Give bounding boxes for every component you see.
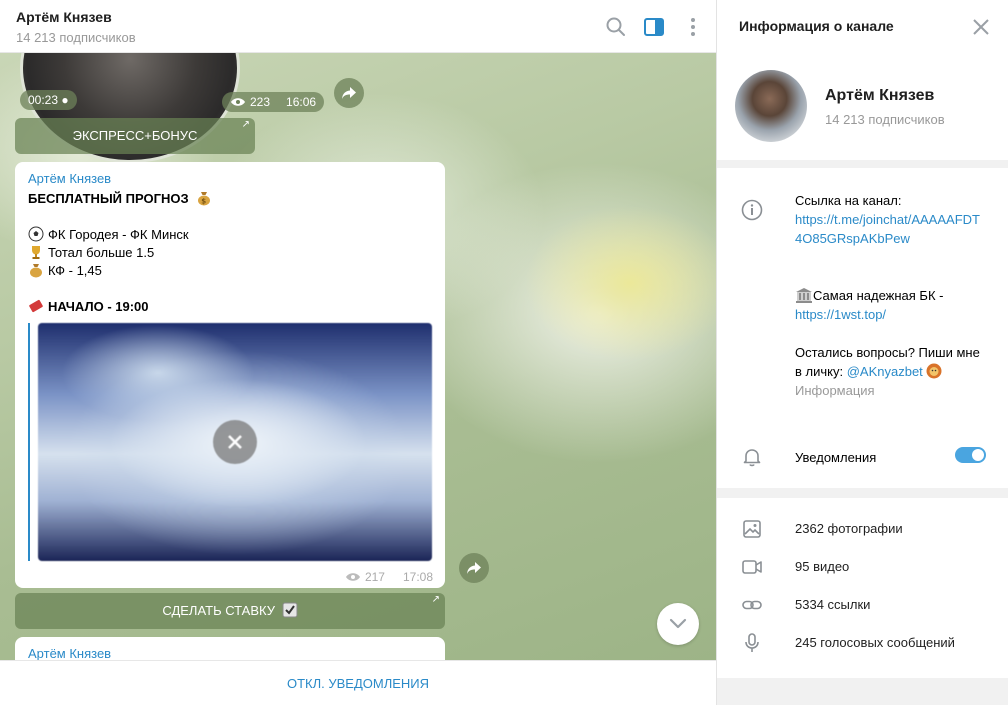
link-icon bbox=[742, 600, 762, 610]
search-icon[interactable] bbox=[605, 16, 627, 38]
video-duration-text: 00:23 bbox=[28, 93, 59, 107]
channel-invite-link[interactable]: https://t.me/joinchat/AAAAAFDT4O85GRspAK… bbox=[795, 210, 985, 248]
chat-area: Артём Князев 14 213 подписчиков 00:23 ● … bbox=[0, 0, 716, 705]
post-author[interactable]: Артём Князев bbox=[28, 171, 111, 186]
media-row-voice[interactable]: 245 голосовых сообщений bbox=[717, 624, 1008, 662]
post-headline-row: БЕСПЛАТНЫЙ ПРОГНОЗ $ bbox=[28, 190, 216, 206]
external-arrow-icon: ↗ bbox=[241, 119, 250, 130]
info-icon bbox=[741, 199, 763, 221]
shared-media-card: 2362 фотографии 95 видео 5334 ссылки 245… bbox=[717, 498, 1008, 678]
trophy-icon bbox=[32, 246, 40, 259]
more-options-icon[interactable] bbox=[682, 16, 704, 38]
notifications-toggle[interactable] bbox=[955, 447, 986, 463]
video-duration: 00:23 ● bbox=[20, 90, 77, 110]
make-bet-label: СДЕЛАТЬ СТАВКУ bbox=[162, 603, 275, 618]
channel-info-panel: Информация о канале Артём Князев 14 213 … bbox=[716, 0, 1008, 705]
chat-footer: ОТКЛ. УВЕДОМЛЕНИЯ bbox=[0, 660, 716, 705]
close-icon[interactable] bbox=[972, 18, 990, 36]
video-meta: 223 16:06 bbox=[222, 92, 325, 112]
channel-avatar[interactable] bbox=[735, 70, 807, 142]
voice-count: 245 голосовых сообщений bbox=[795, 635, 955, 650]
post-start-row: НАЧАЛО - 19:00 bbox=[28, 298, 149, 314]
bank-icon bbox=[796, 288, 812, 303]
share-video-button[interactable] bbox=[334, 78, 364, 108]
post-author[interactable]: Артём Князев bbox=[28, 646, 111, 660]
post-match: ФК Городея - ФК Минск bbox=[48, 227, 189, 242]
eye-icon bbox=[231, 98, 245, 106]
channel-subscribers: 14 213 подписчиков bbox=[825, 112, 945, 127]
cancel-download-button[interactable] bbox=[213, 420, 257, 464]
bk-row: Самая надежная БК - bbox=[795, 286, 985, 305]
checkbox-icon bbox=[282, 602, 298, 618]
chat-header: Артём Князев 14 213 подписчиков bbox=[0, 0, 716, 53]
preview-accent-bar bbox=[28, 323, 30, 561]
scroll-down-button[interactable] bbox=[657, 603, 699, 645]
videos-count: 95 видео bbox=[795, 559, 850, 574]
photos-count: 2362 фотографии bbox=[795, 521, 903, 536]
post-image-preview[interactable] bbox=[38, 323, 432, 561]
external-arrow-icon: ↗ bbox=[431, 594, 440, 605]
post-start: НАЧАЛО - 19:00 bbox=[48, 299, 149, 314]
video-time: 16:06 bbox=[286, 95, 317, 109]
express-bonus-button[interactable]: ЭКСПРЕСС+БОНУС ↗ bbox=[15, 118, 255, 154]
bk-text: Самая надежная БК - bbox=[813, 288, 944, 303]
playing-dot-icon: ● bbox=[61, 93, 69, 107]
info-header-card: Информация о канале Артём Князев 14 213 … bbox=[717, 0, 1008, 160]
chevron-down-icon bbox=[669, 618, 687, 629]
bell-icon bbox=[743, 449, 761, 467]
svg-text:$: $ bbox=[201, 198, 206, 206]
make-bet-button[interactable]: СДЕЛАТЬ СТАВКУ ↗ bbox=[15, 593, 445, 629]
post-total-row: Тотал больше 1.5 bbox=[28, 244, 154, 260]
post-match-row: ФК Городея - ФК Минск bbox=[28, 226, 189, 242]
bk-link[interactable]: https://1wst.top/ bbox=[795, 305, 985, 324]
post-meta: 217 17:08 bbox=[345, 570, 433, 584]
eye-icon bbox=[345, 573, 360, 581]
share-icon bbox=[467, 562, 481, 574]
express-bonus-label: ЭКСПРЕСС+БОНУС bbox=[72, 128, 198, 143]
next-channel-post: Артём Князев bbox=[15, 637, 445, 660]
video-views: 223 bbox=[250, 95, 271, 109]
info-panel-title: Информация о канале bbox=[739, 18, 894, 34]
channel-name: Артём Князев bbox=[825, 87, 935, 104]
post-time: 17:08 bbox=[402, 570, 433, 584]
side-panel-icon[interactable] bbox=[643, 16, 665, 38]
ticket-icon bbox=[29, 299, 43, 313]
chat-background: 00:23 ● 223 16:06 ЭКСПРЕСС+БОНУС ↗ Артём… bbox=[0, 53, 716, 660]
chat-title[interactable]: Артём Князев bbox=[16, 9, 112, 25]
video-icon bbox=[742, 560, 762, 574]
channel-post: Артём Князев БЕСПЛАТНЫЙ ПРОГНОЗ $ ФК Гор… bbox=[15, 162, 445, 588]
post-total: Тотал больше 1.5 bbox=[48, 245, 155, 260]
close-icon bbox=[228, 435, 242, 449]
media-row-links[interactable]: 5334 ссылки bbox=[717, 586, 1008, 624]
mute-notifications-button[interactable]: ОТКЛ. УВЕДОМЛЕНИЯ bbox=[0, 676, 716, 691]
chat-subscribers: 14 213 подписчиков bbox=[16, 30, 136, 45]
photo-icon bbox=[743, 520, 761, 538]
post-views: 217 bbox=[364, 570, 385, 584]
share-post-button[interactable] bbox=[459, 553, 489, 583]
contact-username[interactable]: @AKnyazbet bbox=[847, 364, 923, 379]
microphone-icon bbox=[745, 633, 759, 652]
media-row-photos[interactable]: 2362 фотографии bbox=[717, 510, 1008, 548]
media-row-videos[interactable]: 95 видео bbox=[717, 548, 1008, 586]
lion-icon bbox=[926, 363, 942, 379]
questions-row: Остались вопросы? Пиши мне в личку: @AKn… bbox=[795, 343, 985, 381]
channel-description-card: Ссылка на канал: https://t.me/joinchat/A… bbox=[717, 168, 1008, 488]
share-icon bbox=[342, 87, 356, 99]
channel-description: Ссылка на канал: https://t.me/joinchat/A… bbox=[795, 191, 985, 400]
soccer-ball-icon bbox=[28, 226, 44, 242]
money-bag-icon bbox=[30, 264, 42, 278]
link-label: Ссылка на канал: bbox=[795, 193, 902, 208]
links-count: 5334 ссылки bbox=[795, 597, 871, 612]
money-bag-icon: $ bbox=[198, 192, 211, 206]
post-headline: БЕСПЛАТНЫЙ ПРОГНОЗ bbox=[28, 191, 189, 206]
info-label: Информация bbox=[795, 383, 875, 398]
post-odds: КФ - 1,45 bbox=[48, 263, 102, 278]
post-odds-row: КФ - 1,45 bbox=[28, 262, 102, 278]
